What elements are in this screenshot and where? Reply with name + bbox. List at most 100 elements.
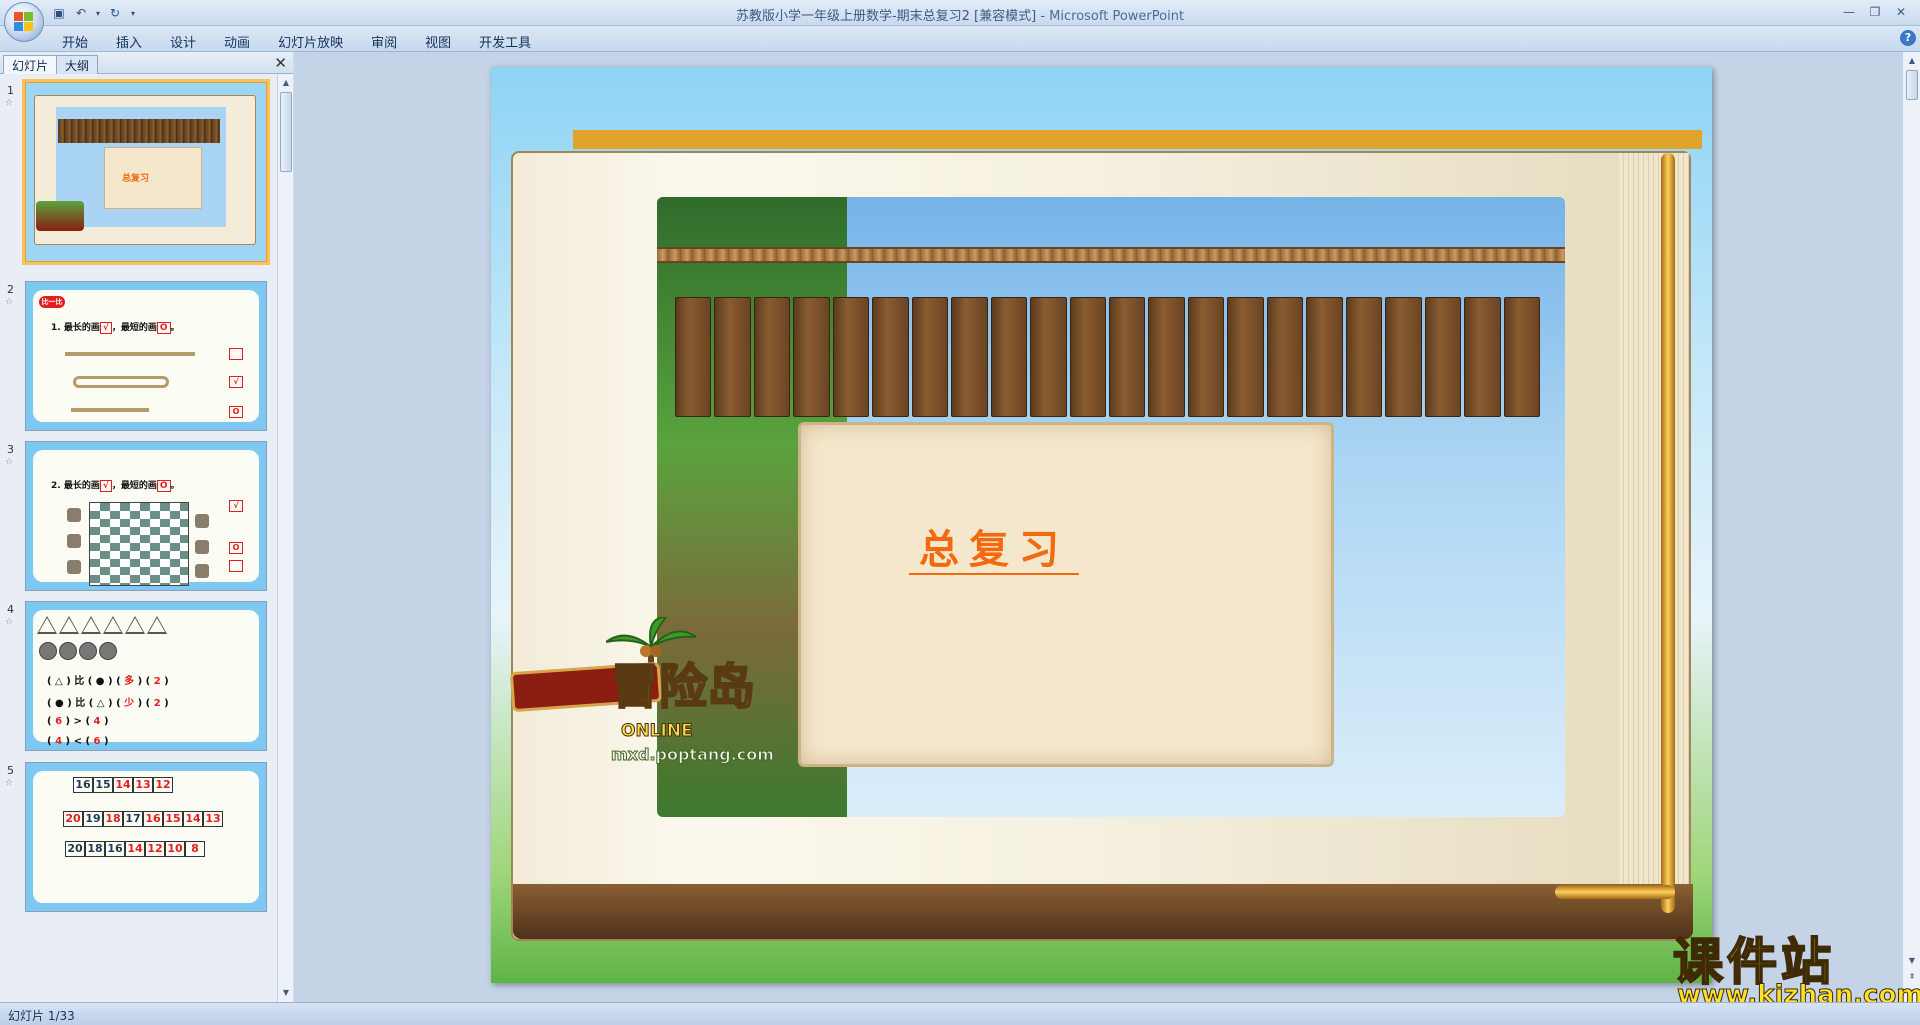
number-cell: 16 (73, 777, 93, 793)
number-cell: 20 (65, 841, 85, 857)
circle-icon (39, 642, 57, 660)
slide-top-bar (573, 130, 1702, 149)
fence-plank (1464, 297, 1501, 417)
slide-thumbnail-2[interactable]: 比一比 1. 最长的画 √ ，最短的画 O。 √ O (25, 281, 267, 431)
tab-review[interactable]: 审阅 (357, 30, 411, 53)
logo-text: 冒险岛 (610, 658, 756, 716)
thumbnail-scrollbar[interactable]: ▲ ▼ (277, 74, 293, 1002)
triangle-icon (147, 616, 167, 634)
answer-box (229, 560, 243, 572)
help-icon[interactable]: ? (1900, 30, 1916, 46)
tab-insert[interactable]: 插入 (102, 30, 156, 53)
question-period: 。 (170, 323, 180, 333)
thumb-fence (58, 119, 220, 143)
thumb-question: 1. 最长的画 √ ，最短的画 O。 (51, 320, 180, 334)
tab-animations[interactable]: 动画 (210, 30, 264, 53)
office-button[interactable] (4, 2, 44, 42)
app-name: Microsoft PowerPoint (1049, 9, 1185, 24)
scroll-up-icon[interactable]: ▲ (279, 76, 293, 90)
triangle-icon (37, 616, 57, 634)
number-cell: 16 (105, 841, 125, 857)
number-cell: 14 (125, 841, 145, 857)
compare-row-2: ( ● ) 比 ( △ ) ( 少 ) ( 2 ) (47, 698, 169, 709)
fence-plank (1030, 297, 1067, 417)
rope-curly-icon (73, 376, 169, 388)
question-period: 。 (170, 481, 180, 491)
slide-thumbnail-3[interactable]: 2. 最长的画 √ ，最短的画 O。 √ O (25, 441, 267, 591)
fence-plank (911, 297, 949, 417)
compare-operator: < (73, 736, 82, 747)
circle-icon (59, 642, 77, 660)
compare-row-3: ( 6 ) > ( 4 ) (47, 716, 109, 727)
tab-developer[interactable]: 开发工具 (465, 30, 545, 53)
scroll-down-icon[interactable]: ▼ (279, 986, 293, 1000)
answer-box (229, 348, 243, 360)
book-spine (513, 884, 1693, 939)
thumb-title: 总复习 (122, 174, 150, 184)
tab-design[interactable]: 设计 (156, 30, 210, 53)
number-cell: 12 (153, 777, 173, 793)
slide-title[interactable]: 总复习 (909, 517, 1079, 575)
main-scrollbar[interactable]: ▲ ▼ ⇞ ⇟ (1902, 52, 1920, 1002)
tab-outline[interactable]: 大纲 (56, 55, 99, 74)
tab-slideshow[interactable]: 幻灯片放映 (264, 30, 357, 53)
compare-answer: 多 (124, 676, 135, 687)
scroll-thumb[interactable] (1906, 70, 1918, 100)
checkerboard-grid (89, 502, 189, 586)
tab-slides[interactable]: 幻灯片 (3, 55, 58, 74)
slide-thumbnail-1[interactable]: 总复习 (22, 79, 270, 265)
ribbon: 开始 插入 设计 动画 幻灯片放映 审阅 视图 开发工具 ? (0, 26, 1920, 52)
triangle-icon (103, 616, 123, 634)
compare-row-1: ( △ ) 比 ( ● ) ( 多 ) ( 2 ) (47, 676, 169, 687)
minimize-icon[interactable]: — (1836, 2, 1862, 22)
question-text-2: ，最短的画 (111, 481, 157, 491)
tab-home[interactable]: 开始 (48, 30, 102, 53)
compare-number: 2 (153, 698, 161, 709)
slide-thumbnail-5[interactable]: 16 15 14 13 12 20 19 18 17 16 15 14 13 20 18 16 14 12 10… (25, 762, 267, 912)
fence-plank (714, 297, 751, 417)
ant-icon (67, 534, 81, 548)
fence-plank (1385, 297, 1422, 417)
title-underline (909, 573, 1079, 575)
number-cell: 20 (63, 811, 83, 827)
number-cell: 10 (165, 841, 185, 857)
fence-plank (675, 297, 712, 417)
animation-star-icon: ☆ (5, 617, 14, 627)
animation-star-icon: ☆ (5, 778, 14, 788)
ant-icon (67, 508, 81, 522)
question-text-1: 1. 最长的画 (51, 323, 100, 333)
book-frame: 总复习 (511, 151, 1693, 941)
slide-canvas[interactable]: 总复习 冒险岛 ONLINE mxd.poptang.com (491, 67, 1712, 983)
number-cell: 18 (103, 811, 123, 827)
answer-box-circle: O (229, 406, 243, 418)
number-cell: 19 (83, 811, 103, 827)
title-scroll: 总复习 (798, 422, 1334, 767)
answer-box-check: √ (229, 500, 243, 512)
restore-icon[interactable]: ❐ (1862, 2, 1888, 22)
slide-number: 1 (7, 84, 14, 97)
fence-plank (1266, 297, 1304, 417)
rope-short-icon (71, 408, 149, 412)
document-title: 苏教版小学一年级上册数学-期末总复习2 [兼容模式] (735, 9, 1037, 24)
animation-star-icon: ☆ (5, 457, 14, 467)
title-bar: ▣ ↶ ▾ ↻ ▾ 苏教版小学一年级上册数学-期末总复习2 [兼容模式] - M… (0, 0, 1920, 26)
scroll-thumb[interactable] (280, 92, 292, 172)
scroll-up-icon[interactable]: ▲ (1905, 54, 1919, 68)
office-logo-icon (14, 12, 34, 32)
close-panel-icon[interactable]: ✕ (274, 54, 287, 72)
circle-mark: O (156, 480, 171, 492)
fence-plank (1424, 297, 1462, 417)
thumb-content: 比一比 1. 最长的画 √ ，最短的画 O。 √ O (33, 290, 259, 422)
window-controls: — ❐ ✕ (1836, 2, 1914, 22)
slide-thumbnail-row: 5 ☆ 16 15 14 13 12 20 19 18 17 16 15 14 13 20 18 16 14… (0, 762, 276, 1002)
slide-thumbnail-4[interactable]: ( △ ) 比 ( ● ) ( 多 ) ( 2 ) ( ● ) 比 ( △ ) … (25, 601, 267, 751)
book-pages (1619, 153, 1689, 893)
thumb-content: ( △ ) 比 ( ● ) ( 多 ) ( 2 ) ( ● ) 比 ( △ ) … (33, 610, 259, 747)
number-cell: 14 (183, 811, 203, 827)
tab-view[interactable]: 视图 (411, 30, 465, 53)
fence-plank (990, 297, 1028, 417)
close-window-icon[interactable]: ✕ (1888, 2, 1914, 22)
number-cell: 14 (113, 777, 133, 793)
fence-plank (1148, 297, 1185, 417)
slide-counter: 幻灯片 1/33 (8, 1009, 75, 1023)
